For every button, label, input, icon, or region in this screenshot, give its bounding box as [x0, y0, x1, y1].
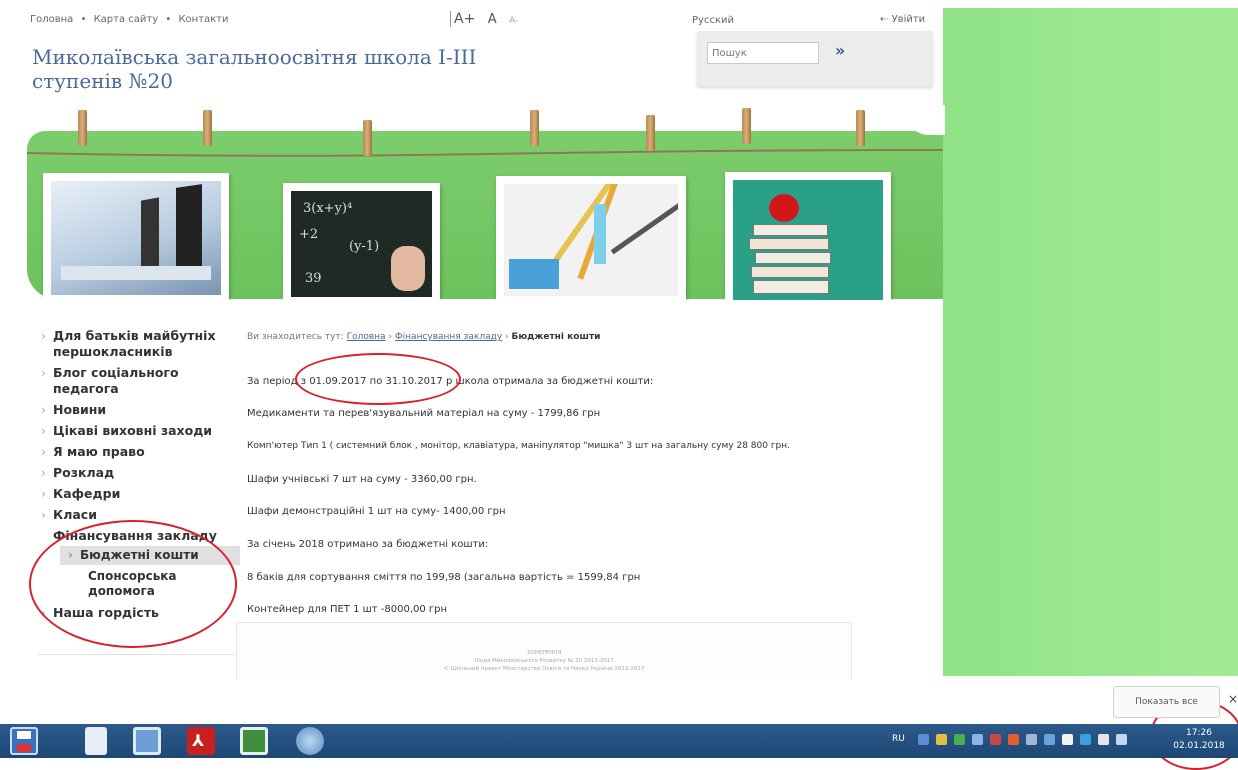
breadcrumb-separator: ›: [388, 332, 393, 342]
sidebar-item-social-pedagogue-blog[interactable]: Блог соціального педагога: [38, 365, 238, 397]
link-contacts[interactable]: Контакти: [178, 14, 228, 25]
page-footer: ЗОНЕРЕННЯ Ліцея Миколаївського Розвитку …: [236, 622, 852, 680]
content-paragraph: Шафи учнівські 7 шт на суму - 3360,00 гр…: [247, 474, 477, 485]
speaker-icon[interactable]: [1098, 734, 1109, 745]
footer-line: Ліцея Миколаївського Розвитку № 20 2013-…: [474, 658, 614, 664]
footer-line: © Шкільний проект Міністерства Освіти та…: [443, 666, 645, 672]
close-icon[interactable]: ×: [1228, 692, 1238, 706]
tray-icon[interactable]: [936, 734, 947, 745]
font-size-controls: A+ A A-: [450, 11, 526, 27]
sidebar-item-departments[interactable]: Кафедри: [38, 486, 238, 502]
divider: [38, 654, 234, 655]
taskbar-clock[interactable]: 17:26 02.01.2018: [1168, 727, 1230, 753]
clothespin: [530, 110, 539, 146]
sidebar-item-educational-events[interactable]: Цікаві виховні заходи: [38, 423, 238, 439]
banner-photo-supplies: [496, 176, 686, 304]
clock-date: 02.01.2018: [1173, 741, 1225, 751]
annotation-ellipse-sidebar: [29, 520, 237, 648]
clothespin: [646, 115, 655, 151]
tray-icon[interactable]: [954, 734, 965, 745]
breadcrumb-separator: ›: [505, 332, 509, 342]
font-increase-button[interactable]: A+: [450, 11, 476, 27]
spreadsheet-icon[interactable]: [240, 727, 268, 755]
annotation-ellipse-period: [295, 353, 461, 405]
tray-icon[interactable]: [1026, 734, 1037, 745]
font-normal-button[interactable]: A: [488, 12, 497, 27]
content-paragraph: Комп'ютер Тип 1 ( системний блок , моніт…: [247, 441, 791, 451]
sidebar-item-future-first-graders[interactable]: Для батьків майбутніх першокласників: [38, 328, 238, 360]
content-paragraph: За січень 2018 отримано за бюджетні кошт…: [247, 539, 489, 550]
banner-photo-computers: [43, 173, 229, 303]
clothespin: [856, 110, 865, 146]
tray-icon[interactable]: [972, 734, 983, 745]
flag-icon[interactable]: [1062, 734, 1073, 745]
content-paragraph: Контейнер для ПЕТ 1 шт -8000,00 грн: [247, 604, 448, 615]
content-paragraph: 8 баків для сортування сміття по 199,98 …: [247, 572, 641, 583]
clothespin: [203, 110, 212, 146]
banner-photo-blackboard: 3(x+y)⁴ +2 (y-1) 39: [283, 183, 440, 305]
banner-photo-books: [725, 172, 891, 310]
search-input[interactable]: [707, 42, 819, 64]
tray-icon[interactable]: [1044, 734, 1055, 745]
sidebar-item-schedule[interactable]: Розклад: [38, 465, 238, 481]
clock-time: 17:26: [1186, 728, 1212, 738]
show-all-button[interactable]: Показать все: [1113, 686, 1220, 718]
login-icon: ⇠: [880, 14, 889, 25]
breadcrumb-home-link[interactable]: Головна: [347, 332, 386, 342]
tray-icon[interactable]: [1080, 734, 1091, 745]
breadcrumb: Ви знаходитесь тут: Головна › Фінансуван…: [247, 332, 600, 342]
language-link[interactable]: Русский: [692, 15, 734, 26]
network-icon[interactable]: [918, 734, 929, 745]
rope-graphic: [27, 149, 943, 157]
link-separator: •: [80, 14, 87, 25]
green-side-panel: [943, 8, 1238, 676]
breadcrumb-current: Бюджетні кошти: [511, 332, 601, 342]
search-box: »: [697, 31, 933, 86]
clothespin: [78, 110, 87, 146]
breadcrumb-prefix: Ви знаходитесь тут:: [247, 332, 344, 342]
language-indicator[interactable]: RU: [892, 734, 905, 744]
tray-icon[interactable]: [990, 734, 1001, 745]
link-separator: •: [165, 14, 172, 25]
pdf-icon[interactable]: ⅄: [187, 727, 215, 755]
sidebar-item-my-rights[interactable]: Я маю право: [38, 444, 238, 460]
link-home[interactable]: Головна: [30, 14, 73, 25]
media-player-icon[interactable]: [296, 727, 324, 755]
top-links: Головна • Карта сайту • Контакти: [30, 14, 233, 25]
link-sitemap[interactable]: Карта сайту: [94, 14, 159, 25]
footer-line: ЗОНЕРЕННЯ: [526, 650, 562, 656]
document-icon[interactable]: [85, 727, 107, 755]
login-link[interactable]: ⇠ Увійти: [880, 14, 925, 25]
taskbar: ⅄ RU 17:26 02.01.2018: [0, 724, 1238, 758]
tray-icon[interactable]: [1116, 734, 1127, 745]
site-title[interactable]: Миколаївська загальноосвітня школа I-III…: [32, 45, 552, 93]
content-paragraph: Шафи демонстраційні 1 шт на суму- 1400,0…: [247, 506, 506, 517]
clothespin: [742, 108, 751, 144]
save-icon[interactable]: [10, 727, 38, 755]
breadcrumb-section-link[interactable]: Фінансування закладу: [395, 332, 502, 342]
tray-icon[interactable]: [1008, 734, 1019, 745]
content-paragraph: Медикаменти та перев'язувальний матеріал…: [247, 408, 601, 419]
font-decrease-button[interactable]: A-: [509, 16, 518, 26]
photo-editor-icon[interactable]: [133, 727, 161, 755]
search-button[interactable]: »: [835, 41, 845, 60]
sidebar-item-news[interactable]: Новини: [38, 402, 238, 418]
clothespin: [363, 120, 372, 156]
login-label: Увійти: [891, 14, 926, 25]
